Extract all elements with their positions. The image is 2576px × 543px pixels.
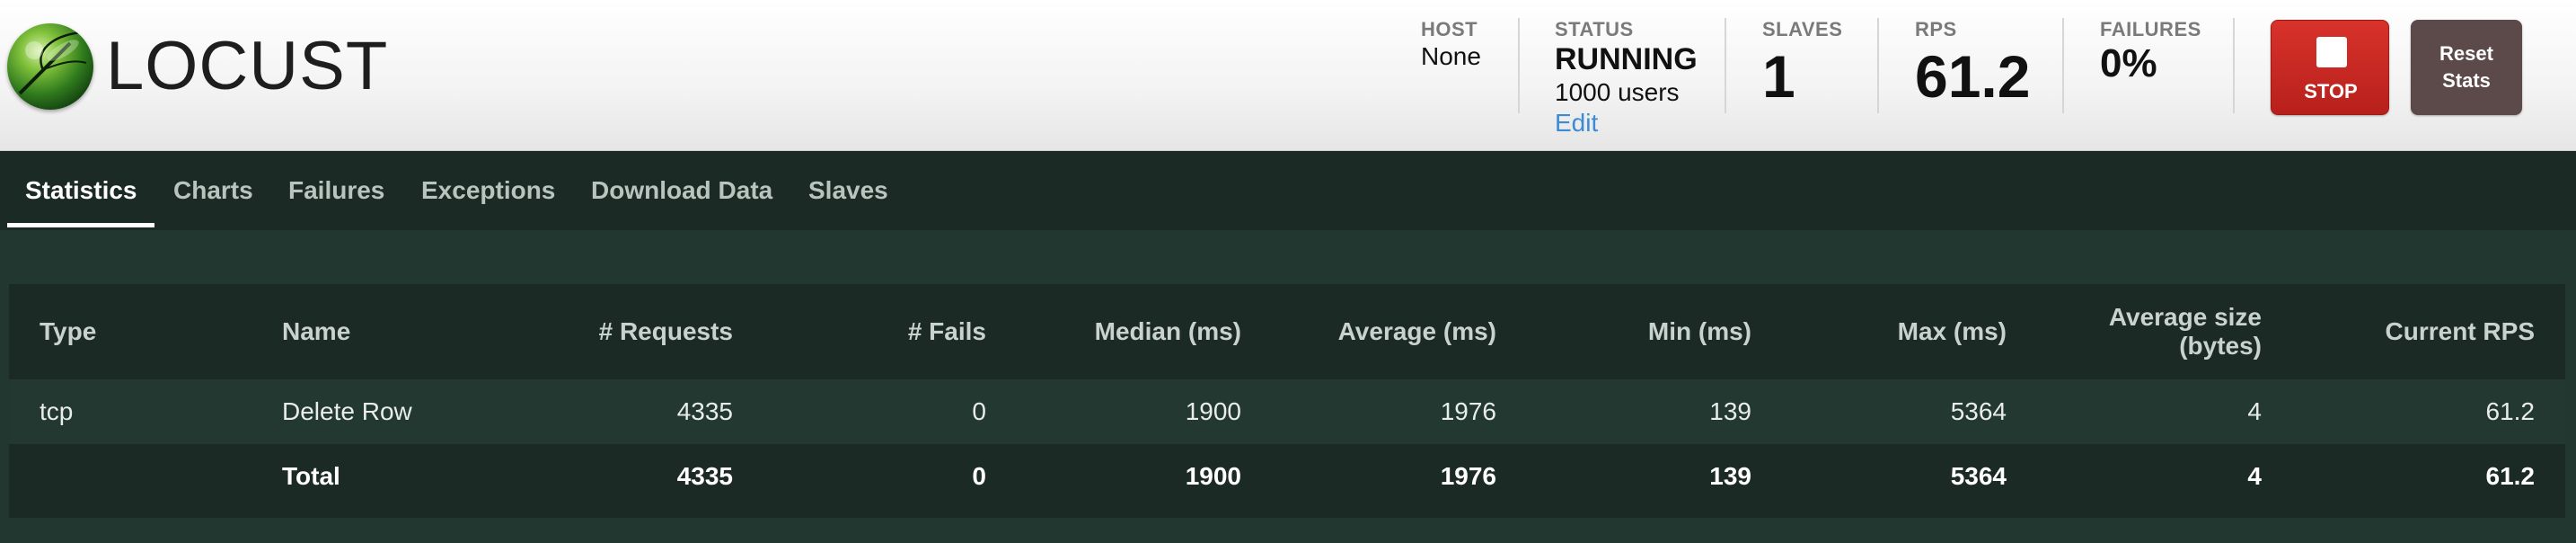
cell-median: 1900 — [1185, 397, 1241, 425]
cell-avg-size: 4 — [2247, 397, 2262, 425]
column-header-requests[interactable]: # Requests — [512, 284, 763, 379]
total-row: Total 4335 0 1900 1976 139 5364 4 61.2 — [9, 444, 2565, 509]
failures-label: FAILURES — [2100, 18, 2201, 40]
cell-fails: 0 — [972, 462, 986, 490]
column-header-fails[interactable]: # Fails — [763, 284, 1017, 379]
cell-type — [9, 444, 251, 509]
edit-users-link[interactable]: Edit — [1555, 108, 1698, 138]
column-header-type[interactable]: Type — [9, 284, 251, 379]
stats-table: Type Name # Requests # Fails Median (ms)… — [9, 284, 2565, 509]
cell-max: 5364 — [1950, 462, 2007, 490]
cell-average: 1976 — [1440, 397, 1496, 425]
tab-slaves[interactable]: Slaves — [808, 151, 888, 230]
status-value: RUNNING — [1555, 42, 1698, 76]
cell-type: tcp — [40, 397, 74, 425]
failures-value: 0% — [2100, 41, 2157, 85]
rps-stat: RPS 61.2 — [1915, 18, 2030, 108]
cell-name: Total — [282, 462, 340, 490]
column-header-median[interactable]: Median (ms) — [1017, 284, 1272, 379]
tab-exceptions[interactable]: Exceptions — [421, 151, 555, 230]
cell-requests: 4335 — [676, 397, 733, 425]
header: LOCUST HOST None STATUS RUNNING 1000 use… — [0, 0, 2576, 151]
slaves-stat: SLAVES 1 — [1762, 18, 1842, 108]
column-header-min[interactable]: Min (ms) — [1527, 284, 1782, 379]
column-header-current-rps[interactable]: Current RPS — [2292, 284, 2565, 379]
divider — [1725, 18, 1726, 113]
rps-label: RPS — [1915, 18, 1957, 40]
stats-table-container: Type Name # Requests # Fails Median (ms)… — [9, 284, 2565, 518]
rps-value: 61.2 — [1915, 43, 2031, 110]
column-header-max[interactable]: Max (ms) — [1782, 284, 2037, 379]
tab-bar: Statistics Charts Failures Exceptions Do… — [0, 151, 2576, 230]
cell-max: 5364 — [1950, 397, 2007, 425]
divider — [2062, 18, 2064, 113]
table-header-row: Type Name # Requests # Fails Median (ms)… — [9, 284, 2565, 379]
column-header-name[interactable]: Name — [251, 284, 512, 379]
table-row: tcp Delete Row 4335 0 1900 1976 139 5364… — [9, 379, 2565, 444]
cell-min: 139 — [1709, 397, 1751, 425]
host-value: None — [1421, 42, 1481, 70]
logo-text: LOCUST — [106, 28, 389, 104]
cell-requests: 4335 — [676, 462, 733, 490]
cell-median: 1900 — [1185, 462, 1241, 490]
tab-charts[interactable]: Charts — [173, 151, 253, 230]
cell-fails: 0 — [972, 397, 986, 425]
tab-statistics[interactable]: Statistics — [25, 151, 137, 230]
tab-failures[interactable]: Failures — [288, 151, 384, 230]
cell-name: Delete Row — [282, 397, 412, 425]
divider — [1877, 18, 1879, 113]
user-count: 1000 users — [1555, 78, 1680, 106]
reset-stats-button[interactable]: Reset Stats — [2411, 20, 2522, 115]
stop-button[interactable]: STOP — [2271, 20, 2389, 115]
cell-current-rps: 61.2 — [2485, 397, 2536, 425]
reset-stats-label: Reset Stats — [2439, 42, 2493, 92]
host-stat: HOST None — [1421, 18, 1481, 72]
divider — [2233, 18, 2235, 113]
active-tab-indicator — [7, 223, 154, 227]
status-label: STATUS — [1555, 18, 1634, 40]
failures-stat: FAILURES 0% — [2100, 18, 2201, 86]
host-label: HOST — [1421, 18, 1478, 40]
locust-logo-icon — [7, 23, 93, 110]
slaves-label: SLAVES — [1762, 18, 1843, 40]
stop-button-label: STOP — [2304, 80, 2358, 102]
tab-download-data[interactable]: Download Data — [591, 151, 772, 230]
cell-avg-size: 4 — [2247, 462, 2262, 490]
status-stat: STATUS RUNNING 1000 users Edit — [1555, 18, 1698, 138]
column-header-avg-size[interactable]: Average size (bytes) — [2037, 284, 2292, 379]
stop-icon — [2316, 37, 2347, 67]
slaves-value: 1 — [1762, 43, 1795, 110]
cell-average: 1976 — [1440, 462, 1496, 490]
divider — [1518, 18, 1520, 113]
cell-current-rps: 61.2 — [2485, 462, 2536, 490]
statistics-panel: Type Name # Requests # Fails Median (ms)… — [0, 230, 2576, 543]
locust-logo[interactable]: LOCUST — [7, 22, 387, 111]
cell-min: 139 — [1709, 462, 1751, 490]
column-header-average[interactable]: Average (ms) — [1272, 284, 1527, 379]
